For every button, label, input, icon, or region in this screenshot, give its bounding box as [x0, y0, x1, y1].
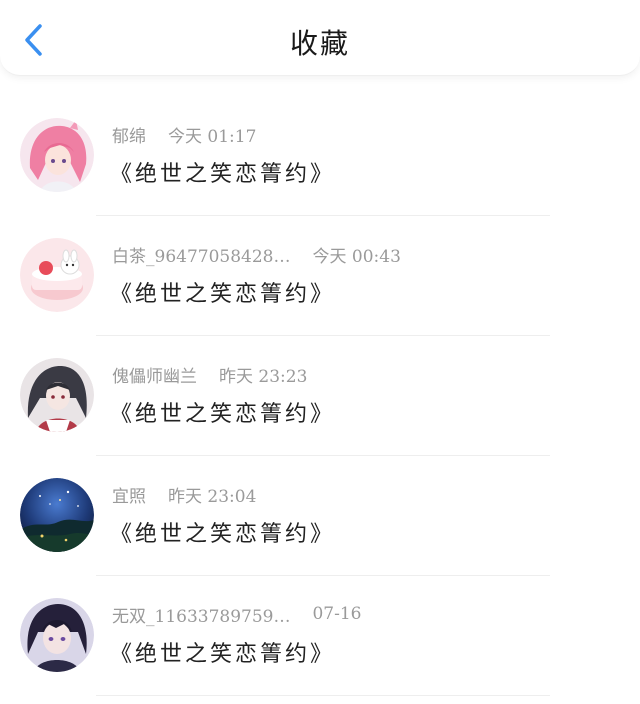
list-item[interactable]: 无双_11633789759… 07-16 《绝世之笑恋箐约》: [0, 576, 640, 696]
list-item[interactable]: 郁绵 今天 01:17 《绝世之笑恋箐约》: [0, 96, 640, 216]
user-name[interactable]: 无双_11633789759…: [112, 602, 290, 627]
avatar[interactable]: [20, 478, 94, 552]
cake-bunny-avatar-icon: [20, 238, 94, 312]
list-item[interactable]: 傀儡师幽兰 昨天 23:23 《绝世之笑恋箐约》: [0, 336, 640, 456]
avatar[interactable]: [20, 598, 94, 672]
timestamp: 今天 01:17: [168, 126, 257, 147]
item-meta: 傀儡师幽兰 昨天 23:23: [112, 362, 308, 387]
user-name[interactable]: 郁绵: [112, 122, 146, 147]
favorite-snippet[interactable]: 《绝世之笑恋箐约》: [110, 636, 335, 668]
timestamp: 昨天 23:23: [219, 366, 308, 387]
favorite-snippet[interactable]: 《绝世之笑恋箐约》: [110, 276, 335, 308]
item-meta: 宜照 昨天 23:04: [112, 482, 257, 507]
top-bar: 收藏: [0, 0, 640, 76]
user-name[interactable]: 白茶_96477058428…: [112, 242, 290, 267]
timestamp: 昨天 23:04: [168, 486, 257, 507]
avatar[interactable]: [20, 238, 94, 312]
user-name[interactable]: 傀儡师幽兰: [112, 362, 197, 387]
list-item[interactable]: 宜照 昨天 23:04 《绝世之笑恋箐约》: [0, 456, 640, 576]
avatar[interactable]: [20, 358, 94, 432]
favorite-snippet[interactable]: 《绝世之笑恋箐约》: [110, 396, 335, 428]
anime-boy-avatar-icon: [20, 598, 94, 672]
item-meta: 无双_11633789759… 07-16: [112, 602, 362, 627]
anime-girl-dark-hair-avatar-icon: [20, 358, 94, 432]
item-meta: 郁绵 今天 01:17: [112, 122, 257, 147]
avatar[interactable]: [20, 118, 94, 192]
page-title: 收藏: [289, 27, 350, 60]
item-meta: 白茶_96477058428… 今天 00:43: [112, 242, 401, 267]
user-name[interactable]: 宜照: [112, 482, 146, 507]
timestamp: 07-16: [312, 604, 362, 624]
favorite-snippet[interactable]: 《绝世之笑恋箐约》: [110, 156, 335, 188]
list-item[interactable]: 白茶_96477058428… 今天 00:43 《绝世之笑恋箐约》: [0, 216, 640, 336]
anime-girl-pink-hair-avatar-icon: [20, 118, 94, 192]
favorites-list: 郁绵 今天 01:17 《绝世之笑恋箐约》 白茶_96477058428… 今天…: [0, 96, 640, 696]
divider: [96, 695, 550, 696]
night-sky-avatar-icon: [20, 478, 94, 552]
favorite-snippet[interactable]: 《绝世之笑恋箐约》: [110, 516, 335, 548]
timestamp: 今天 00:43: [312, 246, 401, 267]
